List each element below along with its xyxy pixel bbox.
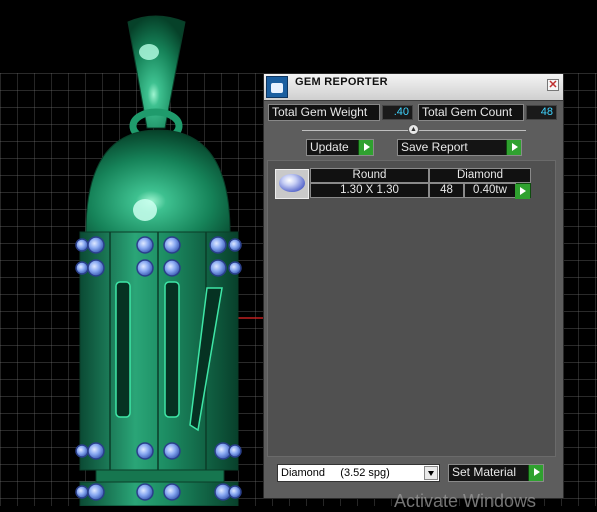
play-arrow-icon[interactable] (358, 140, 373, 155)
gem-count: 48 (429, 183, 464, 198)
set-material-button[interactable]: Set Material (448, 464, 544, 482)
bail-highlight (139, 44, 159, 60)
play-arrow-icon[interactable] (528, 465, 543, 481)
total-gem-count-value: 48 (526, 105, 557, 120)
save-report-button[interactable]: Save Report (397, 139, 522, 156)
total-gem-weight-value: .40 (382, 105, 413, 120)
total-gem-weight-label: Total Gem Weight (268, 104, 380, 121)
play-arrow-icon[interactable] (506, 140, 521, 155)
panel-titlebar[interactable]: GEM REPORTER ✕ (264, 74, 563, 101)
dome-highlight (133, 199, 157, 221)
activation-watermark: Activate Windows (394, 491, 537, 511)
update-button-label: Update (310, 140, 349, 154)
gem-material: Diamond (429, 168, 531, 183)
save-report-button-label: Save Report (401, 140, 468, 154)
gem-shape: Round (310, 168, 429, 183)
panel-title: GEM REPORTER (295, 76, 388, 88)
update-button[interactable]: Update (306, 139, 374, 156)
slider-thumb[interactable]: ▲ (408, 124, 419, 135)
gem-weight: 0.40tw (464, 183, 516, 198)
chevron-down-icon[interactable] (424, 466, 438, 480)
gem-row-go-button[interactable] (515, 183, 531, 199)
gem-size: 1.30 X 1.30 (310, 183, 429, 198)
gem-reporter-icon (266, 76, 288, 98)
gem-list[interactable]: Round Diamond 1.30 X 1.30 48 0.40tw (267, 160, 556, 457)
set-material-button-label: Set Material (452, 465, 517, 479)
gem-thumbnail (275, 169, 309, 199)
material-select-value: Diamond (3.52 spg) (281, 467, 390, 479)
play-arrow-icon (515, 184, 530, 199)
gem-reporter-panel: GEM REPORTER ✕ Total Gem Weight .40 Tota… (263, 73, 564, 499)
close-icon[interactable]: ✕ (547, 79, 559, 91)
total-gem-count-label: Total Gem Count (418, 104, 524, 121)
material-select[interactable]: Diamond (3.52 spg) (277, 464, 440, 482)
